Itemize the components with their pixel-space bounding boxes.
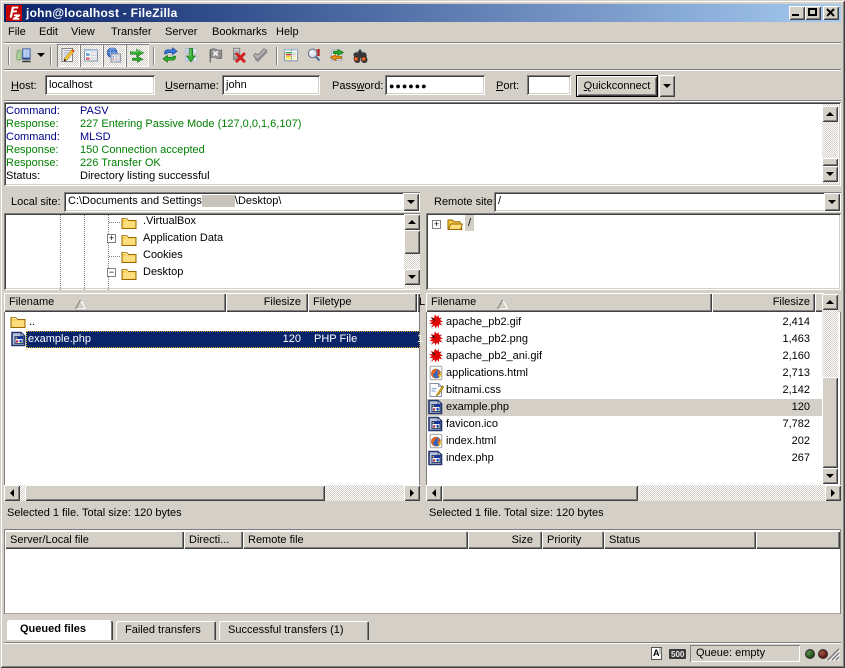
svg-text:A: A bbox=[653, 648, 660, 658]
svg-text:500: 500 bbox=[671, 650, 685, 659]
